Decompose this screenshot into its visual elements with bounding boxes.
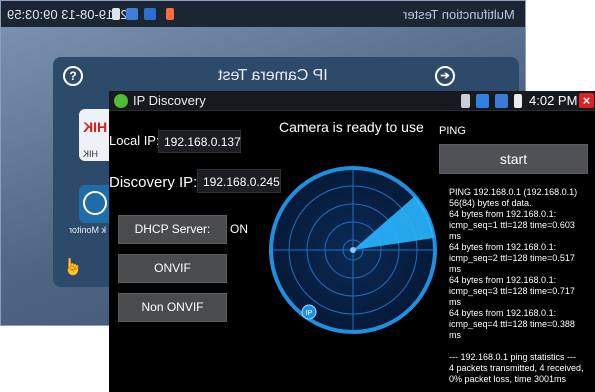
close-button[interactable]: × bbox=[579, 93, 594, 108]
background-usb-icon bbox=[144, 8, 156, 20]
background-signal-icon bbox=[126, 8, 138, 20]
ping-line: 4 packets transmitted, 4 received, 0% pa… bbox=[449, 363, 587, 384]
monitor-icon bbox=[83, 191, 107, 215]
ping-line: 64 bytes from 192.168.0.1: icmp_seq=4 tt… bbox=[449, 308, 578, 340]
ping-line: --- 192.168.0.1 ping statistics --- bbox=[449, 352, 577, 362]
ping-line: PING 192.168.0.1 (192.168.0.1) 56(84) by… bbox=[449, 187, 580, 208]
onvif-button[interactable]: ONVIF bbox=[118, 254, 227, 283]
camera-status: Camera is ready to use bbox=[279, 119, 424, 135]
ping-output: PING 192.168.0.1 (192.168.0.1) 56(84) by… bbox=[449, 187, 589, 385]
window-title: IP Discovery bbox=[133, 93, 206, 108]
battery-icon bbox=[514, 94, 522, 108]
background-status-bar: 2019-08-13 09:03:59 Multifunction Tester bbox=[1, 1, 525, 27]
ping-line: 64 bytes from 192.168.0.1: icmp_seq=2 tt… bbox=[449, 242, 578, 274]
clock: 4:02 PM bbox=[529, 93, 578, 108]
background-tile-monitor[interactable] bbox=[79, 185, 113, 223]
background-screen-title: IP Camera Test bbox=[218, 67, 328, 84]
background-clock: 2019-08-13 09:03:59 bbox=[7, 7, 128, 22]
local-ip-label: Local IP: bbox=[109, 133, 160, 148]
ip-discovery-window: IP Discovery 4:02 PM × Local IP: 192.168… bbox=[109, 91, 595, 392]
local-ip-field[interactable]: 192.168.0.137 bbox=[158, 130, 241, 153]
background-app-title: Multifunction Tester bbox=[403, 7, 515, 22]
title-bar: IP Discovery 4:02 PM × bbox=[109, 91, 595, 111]
signal-icon bbox=[495, 94, 508, 108]
dhcp-status: ON bbox=[230, 222, 248, 236]
radar-display: IP bbox=[269, 166, 437, 334]
sd-card-icon bbox=[461, 94, 470, 108]
start-button[interactable]: start bbox=[439, 144, 588, 174]
discovery-ip-label: Discovery IP: bbox=[109, 174, 198, 191]
monitor-label: k Monitor bbox=[69, 225, 107, 235]
forward-icon[interactable]: ➔ bbox=[435, 66, 455, 86]
hik-logo: HIK bbox=[83, 119, 108, 135]
hand-touch-icon[interactable]: ☝ bbox=[63, 257, 83, 277]
background-tile-hik[interactable]: HIK HIK bbox=[79, 109, 113, 161]
ping-line: 64 bytes from 192.168.0.1: icmp_seq=1 tt… bbox=[449, 209, 578, 241]
help-icon[interactable]: ? bbox=[63, 66, 83, 86]
non-onvif-button[interactable]: Non ONVIF bbox=[118, 293, 227, 322]
background-battery-icon bbox=[166, 8, 174, 20]
background-sd-icon bbox=[112, 8, 120, 20]
ping-title: PING bbox=[439, 125, 466, 137]
ping-line: 64 bytes from 192.168.0.1: icmp_seq=3 tt… bbox=[449, 275, 578, 307]
radar-center-dot bbox=[350, 247, 356, 253]
app-logo-icon bbox=[114, 94, 128, 108]
background-header: IP Camera Test bbox=[53, 59, 493, 93]
usb-icon bbox=[476, 94, 489, 108]
ip-marker-label: IP bbox=[306, 310, 313, 317]
screen: 2019-08-13 09:03:59 Multifunction Tester… bbox=[0, 0, 595, 392]
hik-label: HIK bbox=[83, 149, 99, 159]
dhcp-server-button[interactable]: DHCP Server: bbox=[118, 215, 227, 244]
